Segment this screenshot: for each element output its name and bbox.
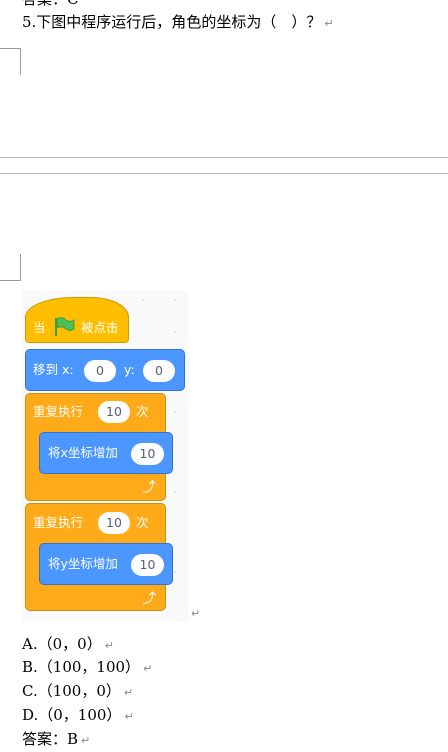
scratch-code-image: 当 被点击 移到 x: 0 y: 0 重复执行 10 次 将x坐标增加 10 ⤴… [22,291,188,622]
goto-label: 移到 x: [33,362,74,377]
hat-clicked-label: 被点击 [81,320,119,335]
option-c: C.（100，0） ↵ [22,682,134,700]
repeat1-label: 重复执行 [33,404,84,419]
previous-answer-line: 答案：C [22,0,78,9]
loop-arrow-icon: ⤴ [142,591,156,607]
loop-arrow-icon: ⤴ [142,480,156,496]
question-text: 5.下图中程序运行后，角色的坐标为（ ）？ ↵ [22,13,334,31]
paragraph-mark: ↵ [191,607,201,620]
option-b: B.（100，100） ↵ [22,658,153,676]
change-y-label: 将y坐标增加 [48,556,118,571]
repeat1-suffix: 次 [136,404,149,419]
goto-x-input[interactable]: 0 [84,360,116,382]
option-a: A.（0，0） ↵ [22,635,114,653]
page-break-line [0,173,448,174]
repeat2-suffix: 次 [136,515,149,530]
green-flag-icon [55,317,75,336]
change-x-input[interactable]: 10 [131,443,164,465]
paragraph-mark: ↵ [324,17,334,30]
crop-mark [0,280,21,281]
page-break-line [0,157,448,158]
repeat2-label: 重复执行 [33,515,84,530]
answer-text: 答案：B ↵ [22,730,91,748]
goto-y-input[interactable]: 0 [143,360,175,382]
crop-mark [20,48,21,75]
crop-mark [0,48,21,49]
crop-mark [20,254,21,281]
goto-y-label: y: [124,362,135,377]
hat-when-label: 当 [33,320,46,335]
option-d: D.（0，100） ↵ [22,706,134,724]
repeat2-count-input[interactable]: 10 [98,512,130,534]
change-x-label: 将x坐标增加 [48,445,118,460]
repeat1-count-input[interactable]: 10 [98,401,130,423]
change-y-input[interactable]: 10 [131,554,164,576]
